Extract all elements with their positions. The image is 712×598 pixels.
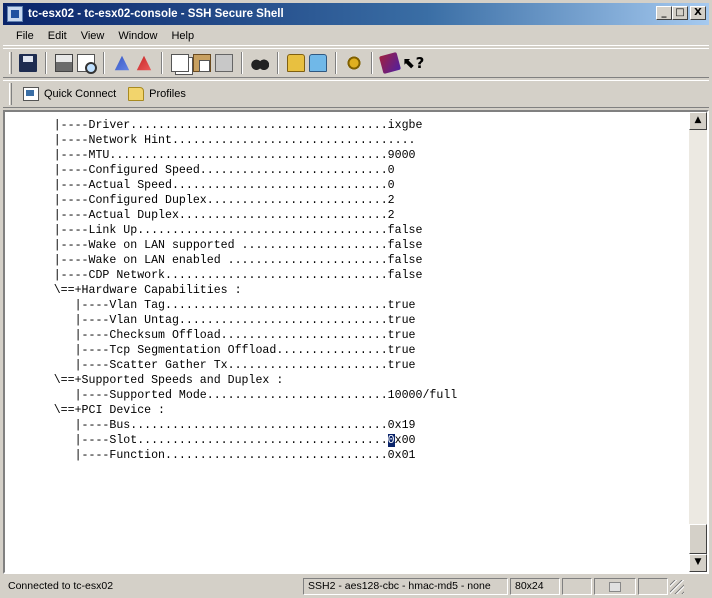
terminal-output[interactable]: |----Driver.............................… — [5, 112, 689, 572]
window-title: tc-esx02 - tc-esx02-console - SSH Secure… — [28, 8, 284, 20]
resize-grip[interactable] — [670, 579, 684, 594]
connection-status: Connected to tc-esx02 — [8, 580, 114, 592]
menu-help[interactable]: Help — [164, 30, 201, 42]
scrollbar-thumb[interactable] — [689, 524, 707, 554]
menu-view[interactable]: View — [74, 30, 112, 42]
app-icon[interactable] — [7, 6, 23, 22]
terminal-size: 80x24 — [510, 578, 560, 595]
terminal-line: |----Actual Speed.......................… — [5, 179, 395, 192]
terminal-line: |----Wake on LAN supported .............… — [5, 239, 423, 252]
terminal-line: |----MTU................................… — [5, 149, 416, 162]
find-icon[interactable] — [251, 54, 269, 72]
terminal-line: |----CDP Network........................… — [5, 269, 423, 282]
menu-bar: File Edit View Window Help — [3, 26, 709, 46]
toolbar-grip[interactable] — [9, 83, 12, 105]
terminal-line: \==+PCI Device : — [5, 404, 166, 417]
quick-connect-bar: Quick Connect Profiles — [3, 80, 709, 108]
terminal-cursor: 0 — [387, 434, 395, 447]
close-button[interactable]: X — [690, 6, 706, 20]
title-bar[interactable]: tc-esx02 - tc-esx02-console - SSH Secure… — [3, 3, 709, 25]
lock-icon — [609, 581, 621, 592]
copy-icon[interactable] — [171, 54, 189, 72]
toolbar-separator — [45, 52, 47, 74]
settings-icon[interactable] — [345, 54, 363, 72]
terminal-line-suffix: x00 — [394, 434, 416, 447]
toolbar-separator — [161, 52, 163, 74]
sftp-icon[interactable] — [287, 54, 305, 72]
terminal-line: |----Checksum Offload...................… — [5, 329, 416, 342]
keys-icon[interactable] — [114, 55, 130, 71]
print-preview-icon[interactable] — [77, 54, 97, 74]
window-controls: _ □ X — [656, 6, 706, 20]
terminal-line: |----Configured Duplex..................… — [5, 194, 395, 207]
toolbar-separator — [335, 52, 337, 74]
status-bar: Connected to tc-esx02 SSH2 - aes128-cbc … — [3, 577, 709, 596]
quick-connect-icon — [23, 87, 39, 101]
terminal-line-prefix: |----Slot...............................… — [5, 434, 388, 447]
help-icon[interactable]: ⬉? — [403, 54, 425, 72]
terminal-line: |----Actual Duplex......................… — [5, 209, 395, 222]
ssh-window: tc-esx02 - tc-esx02-console - SSH Secure… — [0, 0, 712, 598]
toolbar-separator — [241, 52, 243, 74]
terminal-line: \==+Hardware Capabilities : — [5, 284, 242, 297]
toolbar-separator — [277, 52, 279, 74]
quick-connect-label: Quick Connect — [44, 88, 117, 100]
terminal-line: |----Driver.............................… — [5, 119, 423, 132]
scroll-up-button[interactable]: ▲ — [689, 112, 707, 130]
terminal-line: |----Wake on LAN enabled ...............… — [5, 254, 423, 267]
encryption-status: SSH2 - aes128-cbc - hmac-md5 - none — [303, 578, 508, 595]
print-icon[interactable] — [55, 54, 73, 72]
profiles-button[interactable]: Profiles — [122, 85, 192, 103]
book-icon[interactable] — [378, 51, 402, 75]
menu-window[interactable]: Window — [111, 30, 164, 42]
toolbar-separator — [371, 52, 373, 74]
profiles-label: Profiles — [149, 88, 186, 100]
toolbar: ⬉? — [3, 48, 709, 78]
terminal-line: |----Vlan Untag.........................… — [5, 314, 416, 327]
terminal-line: |----Function...........................… — [5, 449, 416, 462]
terminal-line: |----Supported Mode.....................… — [5, 389, 458, 402]
paste-alt-icon[interactable] — [215, 54, 233, 72]
menu-edit[interactable]: Edit — [41, 30, 74, 42]
terminal-frame: |----Driver.............................… — [3, 110, 709, 574]
menu-file[interactable]: File — [9, 30, 41, 42]
save-icon[interactable] — [19, 54, 37, 72]
toolbar-grip[interactable] — [9, 52, 12, 74]
terminal-line: |----Link Up............................… — [5, 224, 423, 237]
paste-icon[interactable] — [193, 54, 211, 72]
maximize-button[interactable]: □ — [672, 6, 688, 20]
scroll-down-button[interactable]: ▼ — [689, 554, 707, 572]
terminal-line: \==+Supported Speeds and Duplex : — [5, 374, 284, 387]
terminal-line: |----Bus................................… — [5, 419, 416, 432]
vertical-scrollbar[interactable]: ▲ ▼ — [689, 112, 707, 572]
terminal-line: |----Configured Speed...................… — [5, 164, 395, 177]
toolbar-separator — [103, 52, 105, 74]
quick-connect-button[interactable]: Quick Connect — [17, 85, 122, 103]
keys-alt-icon[interactable] — [136, 55, 152, 71]
minimize-button[interactable]: _ — [656, 6, 672, 20]
terminal-line: |----Tcp Segmentation Offload...........… — [5, 344, 416, 357]
status-pane-empty — [562, 578, 592, 595]
status-pane-lock — [594, 578, 636, 595]
terminal-line: |----Network Hint.......................… — [5, 134, 416, 147]
terminal-line: |----Vlan Tag...........................… — [5, 299, 416, 312]
terminal-line: |----Scatter Gather Tx..................… — [5, 359, 416, 372]
status-pane-empty — [638, 578, 668, 595]
sftp-alt-icon[interactable] — [309, 54, 327, 72]
terminal-line-cursor: |----Slot...............................… — [5, 433, 416, 448]
folder-icon — [128, 87, 145, 101]
